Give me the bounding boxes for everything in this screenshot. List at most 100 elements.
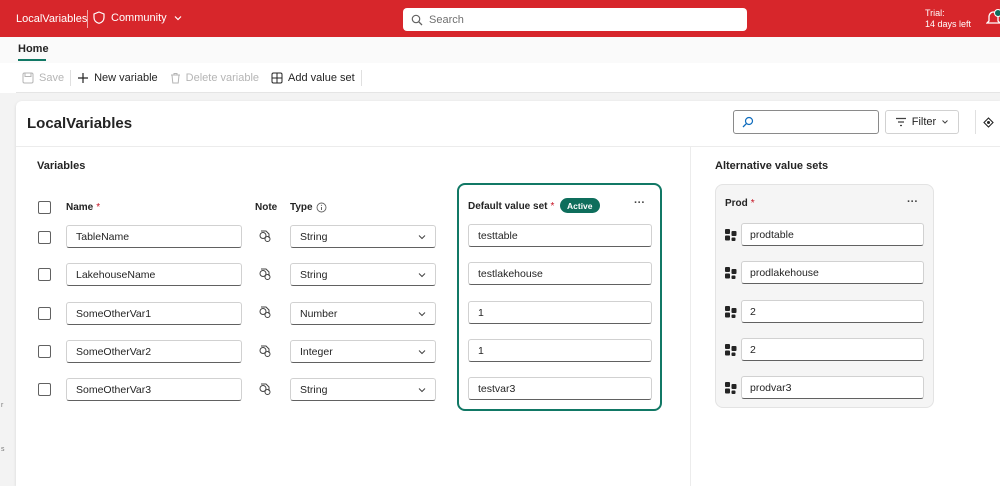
row-checkbox[interactable] (38, 345, 51, 358)
default-set-more-button[interactable]: ··· (634, 197, 645, 209)
alt-value-field[interactable]: 2 (741, 300, 924, 323)
variable-name-field[interactable]: SomeOtherVar3 (66, 378, 242, 401)
alt-set-name: Prod (725, 198, 748, 209)
variable-name-field[interactable]: LakehouseName (66, 263, 242, 286)
note-icon[interactable] (258, 344, 272, 358)
save-button[interactable]: Save (16, 63, 70, 93)
variable-name-field[interactable]: SomeOtherVar1 (66, 302, 242, 325)
default-value-set-title: Default value set (468, 201, 548, 212)
select-all-checkbox[interactable] (38, 201, 51, 214)
type-select[interactable]: Number (290, 302, 436, 325)
type-select[interactable]: String (290, 263, 436, 286)
row-checkbox[interactable] (38, 268, 51, 281)
alt-value-field[interactable]: prodvar3 (741, 376, 924, 399)
topbar-divider (87, 10, 88, 28)
global-search[interactable] (403, 8, 747, 31)
delete-variable-button[interactable]: Delete variable (164, 63, 265, 93)
active-badge: Active (560, 198, 600, 213)
save-label: Save (39, 71, 65, 84)
top-app-bar: LocalVariables Community Trial: 14 days … (0, 0, 1000, 37)
type-value: String (300, 268, 328, 281)
default-value-field[interactable]: testtable (468, 224, 652, 247)
search-icon (742, 116, 754, 128)
required-mark: * (750, 198, 755, 209)
chevron-down-icon (418, 311, 426, 316)
note-icon[interactable] (258, 229, 272, 243)
value-set-icon (725, 306, 737, 318)
tab-home-underline (18, 59, 46, 61)
alt-value-field[interactable]: prodtable (741, 223, 924, 246)
required-mark: * (550, 201, 555, 212)
tab-home[interactable]: Home (18, 43, 49, 55)
type-select[interactable]: String (290, 378, 436, 401)
value-set-icon (725, 382, 737, 394)
chevron-down-icon (942, 120, 949, 124)
default-value-field[interactable]: 1 (468, 301, 652, 324)
ribbon-tabs: Home (0, 37, 1000, 63)
default-value-field[interactable]: 1 (468, 339, 652, 362)
save-icon (22, 72, 34, 83)
app-title[interactable]: LocalVariables (16, 13, 87, 25)
notification-bell-icon[interactable] (986, 9, 1000, 27)
default-value-field[interactable]: testvar3 (468, 377, 652, 400)
left-rail (0, 93, 16, 486)
note-icon[interactable] (258, 267, 272, 281)
variables-section-title: Variables (37, 160, 86, 172)
add-value-set-label: Add value set (288, 71, 355, 84)
trash-icon (170, 72, 180, 83)
variable-search[interactable] (733, 110, 879, 134)
left-rail-mark: s (1, 446, 5, 453)
info-icon[interactable] (316, 202, 327, 213)
trial-status[interactable]: Trial: 14 days left (925, 8, 971, 30)
chevron-down-icon (418, 272, 426, 277)
type-header-label: Type (290, 202, 313, 213)
workspace-switcher[interactable]: Community (93, 11, 183, 24)
row-checkbox[interactable] (38, 231, 51, 244)
row-checkbox[interactable] (38, 383, 51, 396)
note-icon[interactable] (258, 305, 272, 319)
panel-divider (690, 147, 691, 486)
alt-set-more-button[interactable]: ··· (907, 196, 918, 208)
diamond-icon (982, 116, 994, 128)
row-checkbox[interactable] (38, 307, 51, 320)
header-divider (16, 146, 1000, 147)
toolbar-separator (360, 69, 362, 86)
new-variable-button[interactable]: New variable (71, 63, 164, 93)
column-header-name: Name * (66, 202, 100, 213)
type-value: Integer (300, 345, 333, 358)
add-value-set-button[interactable]: Add value set (265, 63, 361, 93)
lineage-button[interactable] (975, 110, 1000, 134)
name-header-label: Name (66, 202, 94, 213)
column-header-note: Note (255, 202, 277, 213)
shield-icon (93, 11, 105, 24)
chevron-down-icon (418, 349, 426, 354)
alternative-sets-title: Alternative value sets (715, 160, 829, 172)
delete-variable-label: Delete variable (185, 71, 260, 84)
alt-value-set-panel (715, 184, 934, 408)
new-variable-label: New variable (94, 71, 158, 84)
search-icon (411, 14, 423, 25)
filter-button[interactable]: Filter (885, 110, 959, 134)
alt-value-field[interactable]: prodlakehouse (741, 261, 924, 284)
trial-label: Trial: (925, 8, 945, 18)
type-select[interactable]: Integer (290, 340, 436, 363)
variable-search-input[interactable] (758, 116, 868, 128)
toolbar: Save New variable Delete variable Add va… (16, 63, 1000, 93)
type-select[interactable]: String (290, 225, 436, 248)
variable-name-field[interactable]: SomeOtherVar2 (66, 340, 242, 363)
note-icon[interactable] (258, 382, 272, 396)
value-set-icon (725, 267, 737, 279)
table-icon (271, 72, 283, 83)
variable-name-field[interactable]: TableName (66, 225, 242, 248)
global-search-input[interactable] (429, 13, 729, 26)
default-value-field[interactable]: testlakehouse (468, 262, 652, 285)
type-value: String (300, 383, 328, 396)
required-mark: * (96, 202, 101, 213)
value-set-icon (725, 229, 737, 241)
alt-value-field[interactable]: 2 (741, 338, 924, 361)
chevron-down-icon (418, 387, 426, 392)
filter-icon (895, 117, 906, 127)
chevron-down-icon (174, 15, 182, 20)
left-rail-mark: r (1, 402, 4, 409)
workspace-label: Community (111, 11, 167, 24)
